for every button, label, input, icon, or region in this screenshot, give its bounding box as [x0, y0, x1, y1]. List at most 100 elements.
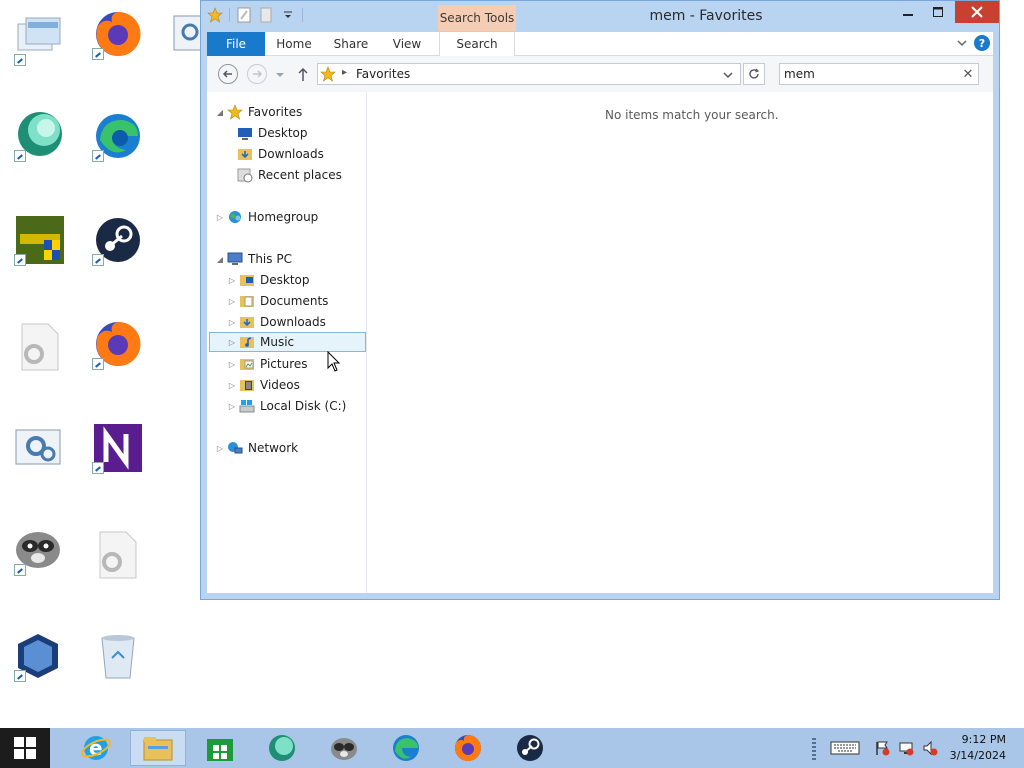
firefox-icon[interactable]	[92, 8, 144, 60]
documents-folder-icon	[240, 296, 254, 307]
mouse-cursor-icon	[327, 350, 341, 373]
favorites-star-icon[interactable]	[207, 7, 223, 23]
recycle-bin-icon[interactable]	[92, 630, 144, 682]
tree-label: Network	[248, 441, 299, 455]
collapsed-triangle-icon[interactable]: ▷	[215, 212, 225, 222]
collapsed-triangle-icon[interactable]: ▷	[227, 380, 237, 390]
tab-search[interactable]: Search	[439, 32, 515, 56]
collapsed-triangle-icon[interactable]: ▷	[227, 275, 237, 285]
firefox-icon	[455, 735, 481, 761]
tree-item-pc-downloads[interactable]: ▷ Downloads	[227, 312, 326, 332]
network-window-icon[interactable]	[14, 14, 66, 66]
help-icon[interactable]: ?	[974, 35, 990, 51]
taskbar-steam[interactable]	[502, 730, 558, 766]
tree-item-pc-music[interactable]: ▷ Music	[209, 332, 366, 352]
search-input[interactable]	[784, 66, 954, 82]
navigation-bar: ▸ Favorites ✕	[207, 56, 993, 92]
computer-icon	[227, 252, 243, 265]
firefox-icon[interactable]	[92, 318, 144, 370]
qat-customize-icon[interactable]	[280, 7, 296, 23]
tray-grip[interactable]	[812, 738, 816, 760]
back-button[interactable]	[218, 64, 238, 84]
up-button[interactable]	[296, 66, 310, 82]
taskbar-raccoon[interactable]	[316, 730, 372, 766]
taskbar-firefox[interactable]	[440, 730, 496, 766]
tab-view[interactable]: View	[379, 32, 435, 56]
tree-item-fav-desktop[interactable]: Desktop	[237, 123, 308, 143]
recent-locations-dropdown[interactable]	[275, 69, 285, 79]
clear-search-icon[interactable]: ✕	[960, 66, 976, 82]
settings-file-icon[interactable]	[92, 528, 144, 580]
tree-item-pc-pictures[interactable]: ▷ Pictures	[227, 354, 308, 374]
local-disk-icon	[239, 400, 255, 413]
tab-share[interactable]: Share	[323, 32, 379, 56]
taskbar-store[interactable]	[192, 730, 248, 766]
control-panel-icon[interactable]	[14, 424, 66, 476]
close-button[interactable]	[955, 1, 999, 23]
close-icon	[971, 6, 983, 18]
tree-item-pc-local-disk[interactable]: ▷ Local Disk (C:)	[227, 396, 346, 416]
properties-icon[interactable]	[236, 7, 252, 23]
settings-icon[interactable]	[172, 14, 200, 66]
videos-folder-icon	[240, 380, 254, 391]
collapsed-triangle-icon[interactable]: ▷	[227, 296, 237, 306]
steam-icon[interactable]	[92, 214, 144, 266]
settings-file-icon[interactable]	[14, 320, 66, 372]
tree-item-this-pc[interactable]: ◢ This PC	[215, 249, 292, 269]
notepadpp-icon[interactable]	[92, 422, 144, 474]
keyboard-icon[interactable]	[830, 740, 860, 756]
action-center-flag-icon[interactable]	[874, 740, 890, 756]
back-arrow-icon	[222, 70, 232, 78]
minimize-button[interactable]	[894, 1, 922, 23]
tree-item-favorites[interactable]: ◢ Favorites	[215, 102, 302, 122]
collapsed-triangle-icon[interactable]: ▷	[227, 401, 237, 411]
tab-home[interactable]: Home	[265, 32, 323, 56]
tree-item-homegroup[interactable]: ▷ Homegroup	[215, 207, 318, 227]
breadcrumb-separator-icon[interactable]: ▸	[342, 67, 347, 78]
refresh-button[interactable]	[743, 63, 765, 85]
explorer-window: Search Tools mem - Favorites File Home S…	[200, 0, 1000, 600]
collapsed-triangle-icon[interactable]: ▷	[227, 359, 237, 369]
new-folder-icon[interactable]	[258, 7, 274, 23]
expanded-triangle-icon[interactable]: ◢	[215, 254, 225, 264]
taskbar-internet-explorer[interactable]: e	[68, 730, 124, 766]
expanded-triangle-icon[interactable]: ◢	[215, 107, 225, 117]
search-box[interactable]: ✕	[779, 63, 979, 85]
title-bar[interactable]: Search Tools mem - Favorites	[201, 1, 999, 31]
start-button[interactable]	[0, 728, 50, 768]
maximize-button[interactable]	[924, 1, 952, 23]
collapsed-triangle-icon[interactable]: ▷	[227, 317, 237, 327]
tree-label: Desktop	[260, 273, 310, 287]
tree-label: Local Disk (C:)	[260, 399, 347, 413]
ribbon-expand-icon[interactable]	[955, 36, 969, 50]
tree-item-pc-videos[interactable]: ▷ Videos	[227, 375, 300, 395]
network-status-icon[interactable]	[898, 740, 914, 756]
edge-icon[interactable]	[92, 110, 144, 162]
tab-file[interactable]: File	[207, 32, 265, 56]
app-bubble-icon[interactable]	[14, 110, 66, 162]
tree-item-network[interactable]: ▷ Network	[215, 438, 298, 458]
volume-muted-icon[interactable]	[922, 740, 938, 756]
system-clock[interactable]: 9:12 PM 3/14/2024	[946, 732, 1006, 764]
homegroup-icon	[229, 211, 241, 223]
internet-explorer-icon: e	[81, 736, 111, 760]
forward-button[interactable]	[247, 64, 267, 84]
taskbar-app-bubble[interactable]	[254, 730, 310, 766]
collapsed-triangle-icon[interactable]: ▷	[215, 443, 225, 453]
breadcrumb[interactable]: Favorites	[356, 67, 410, 81]
collapsed-triangle-icon[interactable]: ▷	[227, 337, 237, 347]
tree-item-pc-desktop[interactable]: ▷ Desktop	[227, 270, 310, 290]
clock-date: 3/14/2024	[949, 749, 1006, 762]
tree-item-fav-downloads[interactable]: Downloads	[237, 144, 324, 164]
taskbar-edge[interactable]	[378, 730, 434, 766]
install-tool-icon[interactable]	[14, 214, 66, 266]
tree-item-pc-documents[interactable]: ▷ Documents	[227, 291, 329, 311]
taskbar-file-explorer[interactable]	[130, 730, 186, 766]
favorites-star-icon	[227, 104, 243, 120]
raccoon-icon[interactable]	[14, 524, 66, 576]
virtualbox-icon[interactable]	[14, 630, 66, 682]
tree-label: Homegroup	[248, 210, 319, 224]
tree-item-recent-places[interactable]: Recent places	[237, 165, 342, 185]
address-dropdown-icon[interactable]	[723, 69, 733, 79]
address-bar[interactable]: ▸ Favorites	[317, 63, 741, 85]
